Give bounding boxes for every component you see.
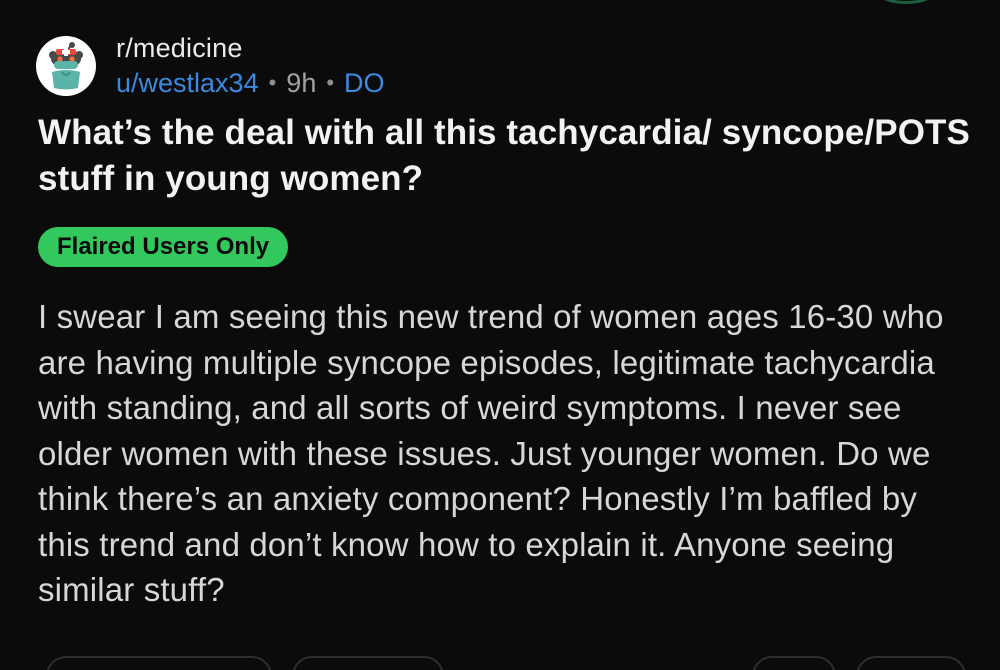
vote-button[interactable]: [46, 656, 272, 670]
share-button[interactable]: [856, 656, 966, 670]
comments-button[interactable]: [292, 656, 444, 670]
subreddit-name[interactable]: r/medicine: [116, 32, 385, 64]
post-meta: r/medicine u/westlax34 • 9h • DO: [116, 32, 385, 100]
post-time: 9h: [286, 68, 317, 98]
post-byline: u/westlax34 • 9h • DO: [116, 66, 385, 100]
author-flair: DO: [344, 68, 385, 98]
award-button[interactable]: [752, 656, 836, 670]
snoo-medic-icon: [49, 42, 83, 90]
separator-dot: •: [268, 70, 277, 95]
subreddit-avatar-icon[interactable]: [36, 36, 96, 96]
author-link[interactable]: u/westlax34: [116, 66, 259, 100]
post-action-bar: [0, 656, 1000, 670]
top-action-button-edge: [876, 0, 936, 4]
post-flair-badge[interactable]: Flaired Users Only: [38, 227, 289, 267]
post-body: I swear I am seeing this new trend of wo…: [38, 298, 944, 608]
post-header: r/medicine u/westlax34 • 9h • DO: [36, 32, 385, 100]
post-title[interactable]: What’s the deal with all this tachycardi…: [38, 110, 978, 202]
separator-dot: •: [326, 70, 335, 95]
